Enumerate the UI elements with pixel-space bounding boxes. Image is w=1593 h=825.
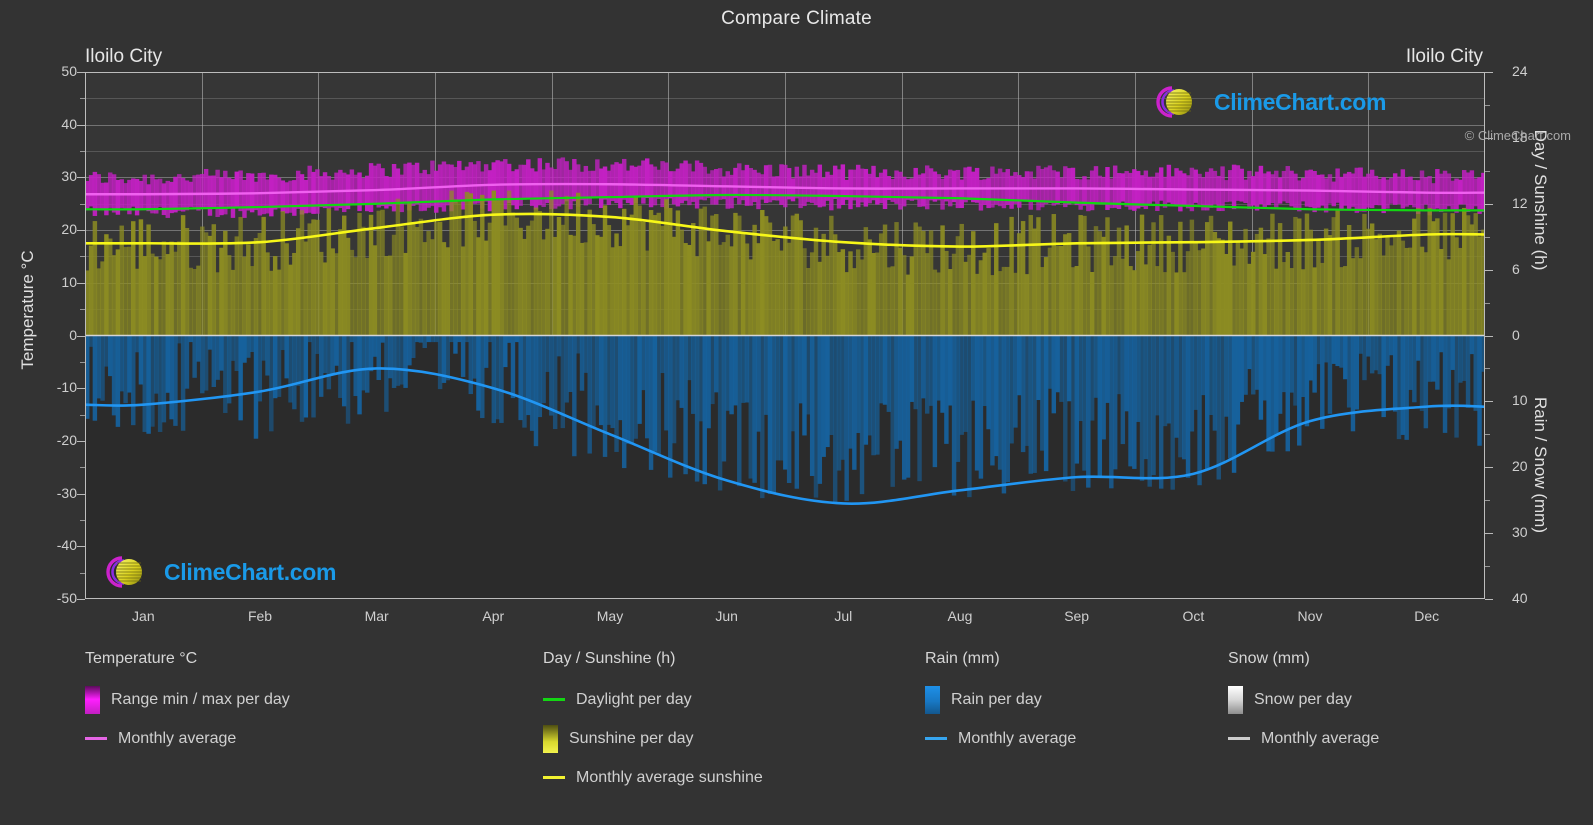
y-axis-right-bottom-label: Rain / Snow (mm) — [1531, 396, 1550, 534]
legend-column-3: Snow (mm) Snow per day Monthly average — [1228, 650, 1379, 758]
y-axis-left-tick: -30 — [56, 484, 77, 501]
legend-item-label: Monthly average — [1261, 729, 1380, 747]
legend-item-label: Range min / max per day — [111, 690, 290, 708]
legend-column-title: Day / Sunshine (h) — [543, 650, 676, 667]
y-axis-left-label: Temperature °C — [18, 250, 37, 370]
y-axis-right-top-tick: 24 — [1512, 63, 1528, 79]
legend-item[interactable]: Monthly average sunshine — [543, 758, 763, 797]
y-axis-left-tick: 30 — [61, 168, 77, 185]
legend-item-label: Monthly average sunshine — [576, 768, 763, 786]
legend-item-label: Daylight per day — [576, 690, 692, 708]
x-axis-tick-mar: Mar — [364, 608, 389, 624]
climechart-watermark-text: ClimeChart.com — [1214, 88, 1387, 115]
legend-column-title: Rain (mm) — [925, 650, 1000, 667]
legend-column-1: Day / Sunshine (h) Daylight per day Sunshi… — [543, 650, 763, 797]
x-axis-tick-oct: Oct — [1182, 608, 1205, 624]
x-axis-tick-jul: Jul — [834, 608, 853, 624]
legend-item[interactable]: Sunshine per day — [543, 719, 763, 758]
x-axis-tick-aug: Aug — [947, 608, 973, 624]
legend-item[interactable]: Monthly average — [925, 719, 1076, 758]
legend-item-label: Rain per day — [951, 690, 1042, 708]
legend-swatch-line — [543, 776, 565, 779]
legend-column-0: Temperature °C Range min / max per day Mon… — [85, 650, 290, 758]
legend-swatch-line — [85, 737, 107, 740]
chart-data-layer — [85, 72, 1485, 599]
legend-item[interactable]: Range min / max per day — [85, 680, 290, 719]
climate-chart-plot[interactable] — [85, 72, 1485, 599]
legend-swatch-line-wrap — [1228, 737, 1261, 740]
x-axis-tick-nov: Nov — [1297, 608, 1323, 624]
legend-swatch-line-wrap — [925, 737, 958, 740]
legend-swatch-band — [543, 724, 558, 753]
legend-swatch-line — [1228, 737, 1250, 740]
climechart-logo-icon — [1145, 82, 1207, 122]
legend-item[interactable]: Monthly average — [1228, 719, 1379, 758]
chart-legend: Temperature °C Range min / max per day Mon… — [0, 650, 1593, 800]
legend-item-label: Monthly average — [118, 729, 237, 747]
y-axis-left-tick: 40 — [61, 115, 77, 132]
x-axis-tick-feb: Feb — [247, 608, 273, 624]
legend-swatch-band — [1228, 685, 1243, 714]
y-axis-left-tick: -20 — [56, 431, 77, 448]
legend-item[interactable]: Monthly average — [85, 719, 290, 758]
legend-item-label: Sunshine per day — [569, 729, 694, 747]
x-axis-tick-sep: Sep — [1064, 608, 1090, 624]
legend-swatch-line-wrap — [543, 776, 576, 779]
legend-item[interactable]: Snow per day — [1228, 680, 1379, 719]
legend-swatch-line — [543, 698, 565, 701]
climechart-watermark-text: ClimeChart.com — [164, 558, 337, 585]
legend-swatch-line-wrap — [543, 698, 576, 701]
x-axis-tick-apr: Apr — [482, 608, 505, 624]
page-title: Compare Climate — [721, 8, 872, 29]
legend-swatch-band — [925, 685, 940, 714]
legend-item-label: Snow per day — [1254, 690, 1352, 708]
right-chart-city-title: Iloilo City — [1405, 46, 1483, 67]
y-axis-left-tick: 50 — [61, 63, 77, 79]
legend-column-title: Temperature °C — [85, 650, 198, 667]
climechart-watermark-top: ClimeChart.com — [1145, 82, 1386, 122]
x-axis-tick-may: May — [596, 608, 624, 624]
legend-column-2: Rain (mm) Rain per day Monthly average — [925, 650, 1076, 758]
legend-swatch-line-wrap — [85, 737, 118, 740]
y-axis-left-tick: -50 — [56, 590, 77, 606]
legend-item[interactable]: Daylight per day — [543, 680, 763, 719]
y-axis-right-top-tick: 0 — [1512, 326, 1520, 343]
x-axis-tick-jun: Jun — [715, 608, 738, 624]
legend-item[interactable]: Rain per day — [925, 680, 1076, 719]
climechart-logo-icon — [95, 552, 157, 592]
x-axis-tick-jan: Jan — [132, 608, 155, 624]
climechart-watermark-bottom: ClimeChart.com — [95, 552, 336, 592]
copyright-notice: © ClimeChart.com — [1464, 128, 1571, 143]
x-axis-tick-dec: Dec — [1414, 608, 1440, 624]
legend-column-title: Snow (mm) — [1228, 650, 1310, 667]
y-axis-right-bottom-tick: 40 — [1512, 590, 1528, 606]
legend-swatch-band — [85, 685, 100, 714]
left-chart-city-title: Iloilo City — [85, 46, 163, 67]
y-axis-left-tick: -40 — [56, 537, 77, 554]
legend-swatch-line — [925, 737, 947, 740]
legend-item-label: Monthly average — [958, 729, 1077, 747]
